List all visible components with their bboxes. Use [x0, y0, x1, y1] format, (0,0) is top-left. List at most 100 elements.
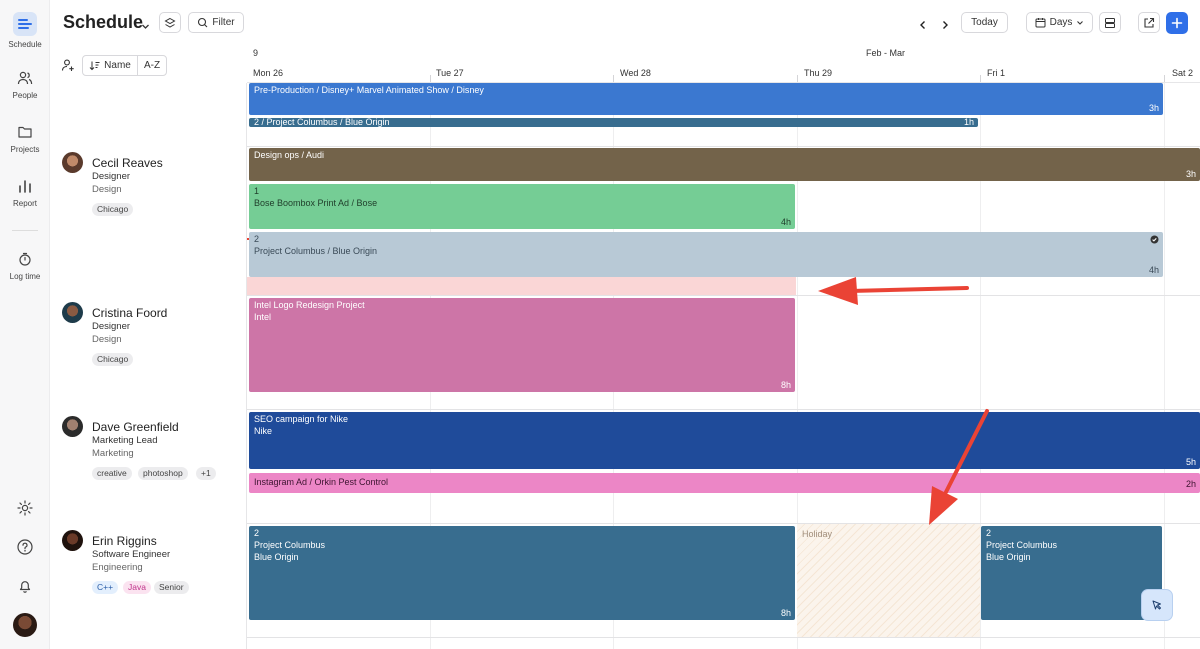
nav-item-report[interactable]: Report	[0, 178, 50, 208]
event-line-1: 2 / Project Columbus / Blue Origin	[254, 118, 390, 127]
nav-label-log-time: Log time	[9, 272, 41, 281]
help-button[interactable]	[0, 538, 50, 556]
event-block[interactable]: SEO campaign for Nike Nike 5h	[249, 412, 1200, 469]
timeline-header: 9 Feb - Mar Mon 26 Tue 27 Wed 28 Thu 29 …	[247, 47, 1200, 83]
settings-button[interactable]	[0, 499, 50, 517]
stopwatch-icon	[19, 252, 31, 266]
external-link-icon	[1144, 17, 1155, 28]
event-hours: 3h	[1185, 169, 1196, 179]
nav-item-log-time[interactable]: Log time	[0, 251, 50, 281]
app: Schedule People Projects Report Log time	[0, 0, 1200, 649]
event-line-1: 2	[986, 528, 992, 538]
event-line-2: Project Columbus	[986, 540, 1058, 550]
nav-label-schedule: Schedule	[8, 40, 42, 49]
avatar	[62, 530, 83, 551]
event-block[interactable]: 2 Project Columbus / Blue Origin 4h	[249, 232, 1163, 277]
event-hours: 4h	[1148, 265, 1159, 275]
event-line-3: Blue Origin	[986, 552, 1031, 562]
event-block[interactable]: Pre-Production / Disney+ Marvel Animated…	[249, 83, 1163, 115]
person-tag-more[interactable]: +1	[196, 467, 216, 480]
prev-button[interactable]	[918, 17, 928, 35]
calendar-icon	[1035, 18, 1046, 28]
layers-button[interactable]	[159, 12, 181, 33]
nav-item-people[interactable]: People	[0, 70, 50, 100]
overtime-highlight	[247, 277, 796, 295]
event-line-1: Intel Logo Redesign Project	[254, 300, 365, 310]
holiday-block: Holiday	[797, 524, 980, 637]
person-tag: photoshop	[138, 467, 188, 480]
sort-name-button[interactable]: Name	[82, 55, 138, 76]
share-button[interactable]	[1138, 12, 1160, 33]
plus-icon	[1171, 17, 1183, 29]
event-block[interactable]: Design ops / Audi 3h	[249, 148, 1200, 181]
left-nav: Schedule People Projects Report Log time	[0, 0, 50, 649]
person-role: Marketing Lead	[92, 435, 158, 446]
avatar	[62, 152, 83, 173]
day-label-thu: Thu 29	[804, 68, 833, 78]
person-name: Cristina Foord	[92, 306, 168, 320]
people-header: Name A-Z	[50, 47, 247, 83]
person-department: Design	[92, 184, 122, 195]
page-title: Schedule	[63, 12, 144, 32]
layers-icon	[164, 17, 176, 28]
day-tick	[430, 75, 431, 82]
view-select[interactable]: Days	[1026, 12, 1093, 33]
event-line-3: Blue Origin	[254, 552, 299, 562]
add-person-button[interactable]	[61, 58, 75, 77]
day-label-wed: Wed 28	[620, 68, 651, 78]
row-divider	[247, 146, 1200, 147]
layout-toggle-button[interactable]	[1099, 12, 1121, 33]
view-label: Days	[1049, 17, 1073, 28]
event-block[interactable]: 2 Project Columbus Blue Origin	[981, 526, 1162, 620]
sort-order-label: A-Z	[143, 60, 161, 71]
event-line-2: Project Columbus	[254, 540, 326, 550]
person-department: Engineering	[92, 562, 143, 573]
day-tick	[797, 75, 798, 82]
schedule-grid[interactable]: Holiday Pre-Production / Disney+ Marvel …	[247, 83, 1200, 649]
add-person-icon	[61, 59, 74, 71]
person-name: Cecil Reaves	[92, 156, 163, 170]
event-line-1: 2	[254, 528, 260, 538]
filter-label: Filter	[212, 17, 235, 28]
help-icon	[17, 539, 33, 555]
event-block[interactable]: 1 Bose Boombox Print Ad / Bose 4h	[249, 184, 795, 229]
event-block[interactable]: Intel Logo Redesign Project Intel 8h	[249, 298, 795, 392]
row-divider	[247, 523, 1200, 524]
next-button[interactable]	[940, 17, 950, 35]
event-block[interactable]: 2 Project Columbus Blue Origin 8h	[249, 526, 795, 620]
row-divider	[247, 295, 1200, 296]
month-range: Feb - Mar	[866, 48, 906, 58]
row-divider	[247, 409, 1200, 410]
avatar[interactable]	[13, 613, 37, 637]
nav-divider	[12, 230, 38, 231]
sort-icon	[89, 61, 100, 71]
layout-icon	[1105, 17, 1115, 28]
notifications-button[interactable]	[0, 577, 50, 595]
person-tag: Java	[123, 581, 151, 594]
event-block[interactable]: Instagram Ad / Orkin Pest Control 2h	[249, 473, 1200, 493]
day-label-tue: Tue 27	[436, 68, 464, 78]
chevron-left-icon	[920, 21, 925, 29]
day-tick	[613, 75, 614, 82]
event-line-1: 1	[254, 186, 260, 196]
nav-item-schedule[interactable]: Schedule	[0, 12, 50, 49]
event-hours: 8h	[780, 608, 791, 618]
event-line-2: Project Columbus / Blue Origin	[254, 246, 378, 256]
event-block[interactable]: 2 / Project Columbus / Blue Origin 1h	[249, 118, 978, 127]
person-role: Designer	[92, 171, 131, 182]
person-name: Erin Riggins	[92, 534, 157, 548]
event-hours: 2h	[1185, 479, 1196, 489]
filter-button[interactable]: Filter	[188, 12, 244, 33]
person-name: Dave Greenfield	[92, 420, 179, 434]
title-dropdown[interactable]	[141, 18, 150, 36]
select-mode-button[interactable]	[1141, 589, 1173, 621]
chevron-right-icon	[943, 21, 948, 29]
day-label-sat: Sat 2	[1172, 68, 1194, 78]
sort-order-button[interactable]: A-Z	[137, 55, 167, 76]
bar-chart-icon	[19, 180, 31, 193]
avatar	[62, 302, 83, 323]
today-button[interactable]: Today	[961, 12, 1008, 33]
day-tick	[980, 75, 981, 82]
nav-item-projects[interactable]: Projects	[0, 124, 50, 154]
add-button[interactable]	[1166, 12, 1188, 34]
